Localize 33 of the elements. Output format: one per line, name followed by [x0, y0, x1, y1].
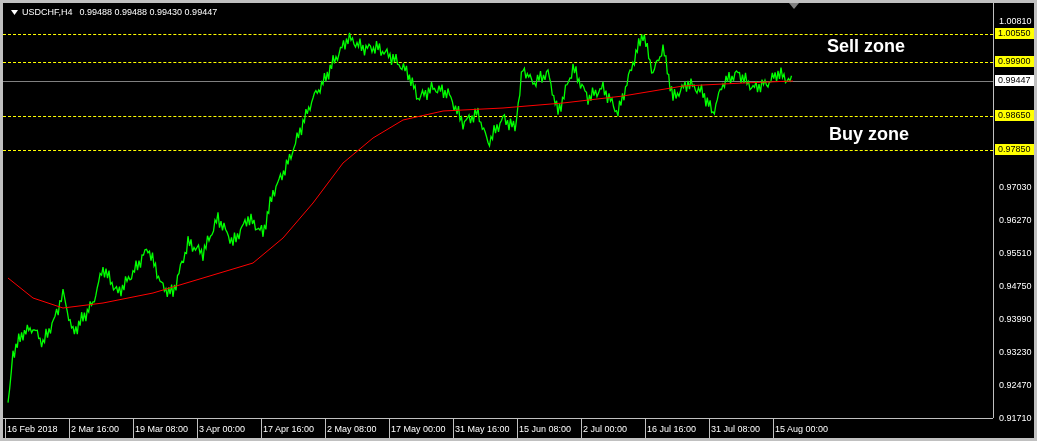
time-axis-label: 19 Mar 08:00: [133, 419, 197, 438]
price-axis-label: 0.95510: [999, 248, 1032, 259]
price-axis-label: 0.91710: [999, 413, 1032, 424]
time-axis-label: 16 Jul 16:00: [645, 419, 709, 438]
price-axis-label: 0.94750: [999, 281, 1032, 292]
scroll-marker-icon: [789, 3, 799, 9]
time-axis-label: 31 Jul 08:00: [709, 419, 773, 438]
chart-symbol: USDCHF,H4: [22, 6, 73, 19]
price-level-tag: 0.99447: [995, 75, 1034, 86]
price-level-tag: 1.00550: [995, 28, 1034, 39]
time-axis-label: 16 Feb 2018: [5, 419, 69, 438]
time-axis-label: 2 Jul 00:00: [581, 419, 645, 438]
price-level-tag: 0.97850: [995, 144, 1034, 155]
time-axis-label: 17 Apr 16:00: [261, 419, 325, 438]
zone-label: Sell zone: [827, 35, 906, 57]
time-axis-label: 17 May 00:00: [389, 419, 453, 438]
time-axis-label: 2 May 08:00: [325, 419, 389, 438]
price-axis-label: 0.96270: [999, 215, 1032, 226]
dropdown-arrow-icon[interactable]: [11, 10, 18, 16]
zone-label: Buy zone: [829, 123, 909, 145]
price-axis-label: 0.93990: [999, 314, 1032, 325]
time-axis-label: 2 Mar 16:00: [69, 419, 133, 438]
price-level-tag: 0.99900: [995, 56, 1034, 67]
price-level-tag: 0.98650: [995, 110, 1034, 121]
price-axis-label: 0.93230: [999, 347, 1032, 358]
ohlc-quotes: 0.99488 0.99488 0.99430 0.99447: [79, 6, 218, 19]
time-axis-label: 31 May 16:00: [453, 419, 517, 438]
time-axis-label: 3 Apr 00:00: [197, 419, 261, 438]
time-axis-label: 15 Jun 08:00: [517, 419, 581, 438]
price-axis-label: 0.92470: [999, 380, 1032, 391]
time-axis-label: 15 Aug 00:00: [773, 419, 837, 438]
price-axis-label: 1.00810: [999, 16, 1032, 27]
price-axis-label: 0.97030: [999, 182, 1032, 193]
